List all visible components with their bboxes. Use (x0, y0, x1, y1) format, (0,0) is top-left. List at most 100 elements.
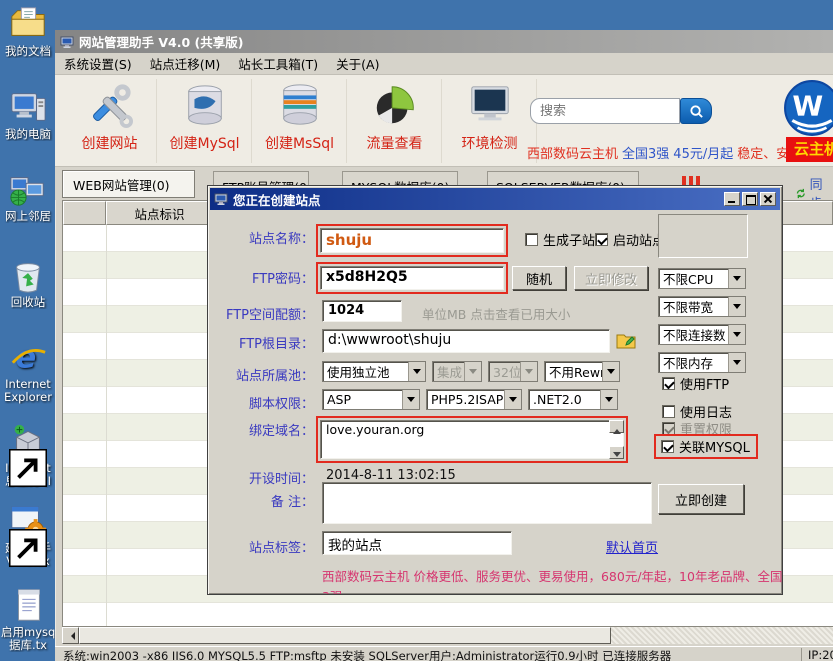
desktop: 我的文档 我的电脑 网上邻居 回收站 e Internet Explorer I… (0, 0, 833, 661)
site-name-input[interactable]: shuju (320, 228, 504, 253)
bandwidth-limit-select[interactable]: 不限带宽 (658, 296, 746, 317)
app-titlebar: 网站管理助手 V4.0 (共享版) (55, 30, 833, 53)
menu-system-settings[interactable]: 系统设置(S) (55, 52, 141, 75)
tab-web-site-manage[interactable]: WEB网站管理(0) (62, 170, 195, 198)
ftp-quota-label: FTP空间配额： (210, 304, 314, 323)
use-ftp-checkbox[interactable]: 使用FTP (662, 374, 729, 393)
search-button[interactable] (680, 98, 712, 124)
default-homepage-link[interactable]: 默认首页 (606, 537, 658, 556)
dialog-ad-line2[interactable]: 3强 (322, 586, 342, 595)
recycle-bin-icon (9, 256, 47, 294)
link-mysql-checkbox[interactable]: 关联MYSQL (661, 437, 750, 456)
checkbox-label: 使用FTP (680, 374, 729, 393)
chevron-down-icon[interactable] (504, 390, 521, 409)
domain-scroll (609, 420, 624, 459)
minimize-icon[interactable] (724, 192, 740, 206)
close-icon[interactable] (760, 192, 776, 206)
menu-webmaster-tools[interactable]: 站长工具箱(T) (229, 52, 327, 75)
search-input[interactable] (530, 98, 680, 124)
menu-site-migration[interactable]: 站点迁移(M) (141, 52, 230, 75)
ftp-quota-input[interactable]: 1024 (322, 300, 402, 322)
memory-limit-select[interactable]: 不限内存 (658, 352, 746, 373)
dialog-ad-line1[interactable]: 西部数码云主机 价格更低、服务更优、更易使用，680元/年起，10年老品牌、全国 (322, 566, 782, 585)
chevron-down-icon[interactable] (728, 325, 745, 344)
ftp-quota-hint: 单位MB 点击查看已用大小 (422, 304, 570, 323)
checkbox-box[interactable] (662, 377, 675, 390)
random-password-button[interactable]: 随机 (512, 266, 566, 290)
status-bar: 系统:win2003 -x86 IIS6.0 MYSQL5.5 FTP:msft… (55, 646, 833, 661)
start-site-checkbox[interactable]: 启动站点 (595, 230, 665, 249)
table-header-site-id[interactable]: 站点标识 (106, 201, 213, 225)
site-tag-input[interactable]: 我的站点 (322, 531, 512, 555)
create-site-button[interactable]: 创建网站 (63, 79, 157, 163)
desktop-icon-my-documents[interactable]: 我的文档 (1, 5, 55, 58)
generate-substation-checkbox[interactable]: 生成子站 (525, 230, 595, 249)
checkbox-box[interactable] (661, 440, 674, 453)
table-row (63, 603, 833, 627)
chevron-down-icon (520, 362, 537, 381)
rewrite-select[interactable]: 不用Rewrite (544, 361, 620, 382)
icon-label: 回收站 (1, 296, 55, 309)
partial-red-icon (682, 176, 700, 185)
bind-domain-textarea[interactable]: love.youran.org (320, 420, 624, 459)
table-header-blank (63, 201, 106, 225)
traffic-view-button[interactable]: 流量查看 (348, 79, 442, 163)
pie-chart-icon (372, 82, 418, 128)
scrollbar-thumb[interactable] (79, 627, 611, 644)
app-pool-select[interactable]: 使用独立池 (322, 361, 426, 382)
browse-folder-icon[interactable] (616, 331, 636, 353)
scroll-up-icon[interactable] (609, 420, 624, 433)
west-cn-logo[interactable]: W (783, 79, 833, 137)
remark-label: 备 注： (210, 491, 314, 510)
chevron-down-icon[interactable] (402, 390, 419, 409)
create-mssql-button[interactable]: 创建MsSql (253, 79, 347, 163)
column-divider (106, 225, 107, 626)
my-computer-icon (9, 88, 47, 126)
checkbox-box[interactable] (525, 233, 538, 246)
scroll-left-arrow[interactable] (62, 627, 79, 644)
env-check-button[interactable]: 环境检测 (443, 79, 537, 163)
dotnet-select[interactable]: .NET2.0 (528, 389, 618, 410)
chevron-down-icon[interactable] (408, 362, 425, 381)
ftp-root-input[interactable]: d:\wwwroot\shuju (322, 329, 610, 353)
chevron-down-icon[interactable] (728, 269, 745, 288)
sync-icon (795, 187, 807, 200)
desktop-icon-network-places[interactable]: 网上邻居 (1, 170, 55, 223)
php-select[interactable]: PHP5.2ISAPI (426, 389, 522, 410)
chevron-down-icon[interactable] (728, 297, 745, 316)
site-tag-label: 站点标签： (210, 537, 314, 556)
shortcut-arrow-icon (9, 529, 20, 540)
maximize-icon[interactable] (742, 192, 758, 206)
create-now-button[interactable]: 立即创建 (658, 484, 744, 514)
chevron-down-icon[interactable] (602, 362, 619, 381)
bind-domain-highlight: love.youran.org (316, 416, 628, 463)
desktop-icon-enable-mysql-txt[interactable]: 启用mysql 据库.tx (1, 586, 55, 652)
app-title: 网站管理助手 V4.0 (共享版) (79, 32, 243, 51)
horizontal-scrollbar[interactable] (62, 627, 833, 644)
app-pool-label: 站点所属池： (210, 365, 314, 384)
mysql-db-icon (182, 82, 228, 128)
dialog-icon (214, 192, 228, 206)
ftp-password-input[interactable]: x5d8H2Q5 (320, 266, 504, 290)
toolbar-ad-link[interactable]: 西部数码云主机全国3强45元/月起稳定、安 (527, 143, 827, 162)
asp-select[interactable]: ASP (322, 389, 420, 410)
chevron-down-icon[interactable] (728, 353, 745, 372)
pool-bitness-select: 32位 (488, 361, 538, 382)
checkbox-box[interactable] (595, 233, 608, 246)
cloud-host-badge[interactable]: 云主机 (786, 137, 833, 162)
desktop-icon-internet-explorer[interactable]: e Internet Explorer (1, 338, 55, 404)
scroll-down-icon[interactable] (609, 446, 624, 459)
menubar: 系统设置(S) 站点迁移(M) 站长工具箱(T) 关于(A) (55, 53, 833, 75)
desktop-icon-recycle-bin[interactable]: 回收站 (1, 256, 55, 309)
desktop-icon-iis[interactable]: Internet 息服务 (I (1, 422, 55, 488)
checkbox-box[interactable] (662, 405, 675, 418)
remark-textarea[interactable] (322, 482, 652, 524)
create-mysql-button[interactable]: 创建MySql (158, 79, 252, 163)
menu-about[interactable]: 关于(A) (327, 52, 388, 75)
dialog-titlebar: 您正在创建站点 (210, 188, 780, 210)
desktop-icon-my-computer[interactable]: 我的电脑 (1, 88, 55, 141)
chevron-down-icon[interactable] (600, 390, 617, 409)
connection-limit-select[interactable]: 不限连接数 (658, 324, 746, 345)
desktop-icon-site-builder[interactable]: 建站助手 V4.0.ex (1, 502, 55, 568)
cpu-limit-select[interactable]: 不限CPU (658, 268, 746, 289)
